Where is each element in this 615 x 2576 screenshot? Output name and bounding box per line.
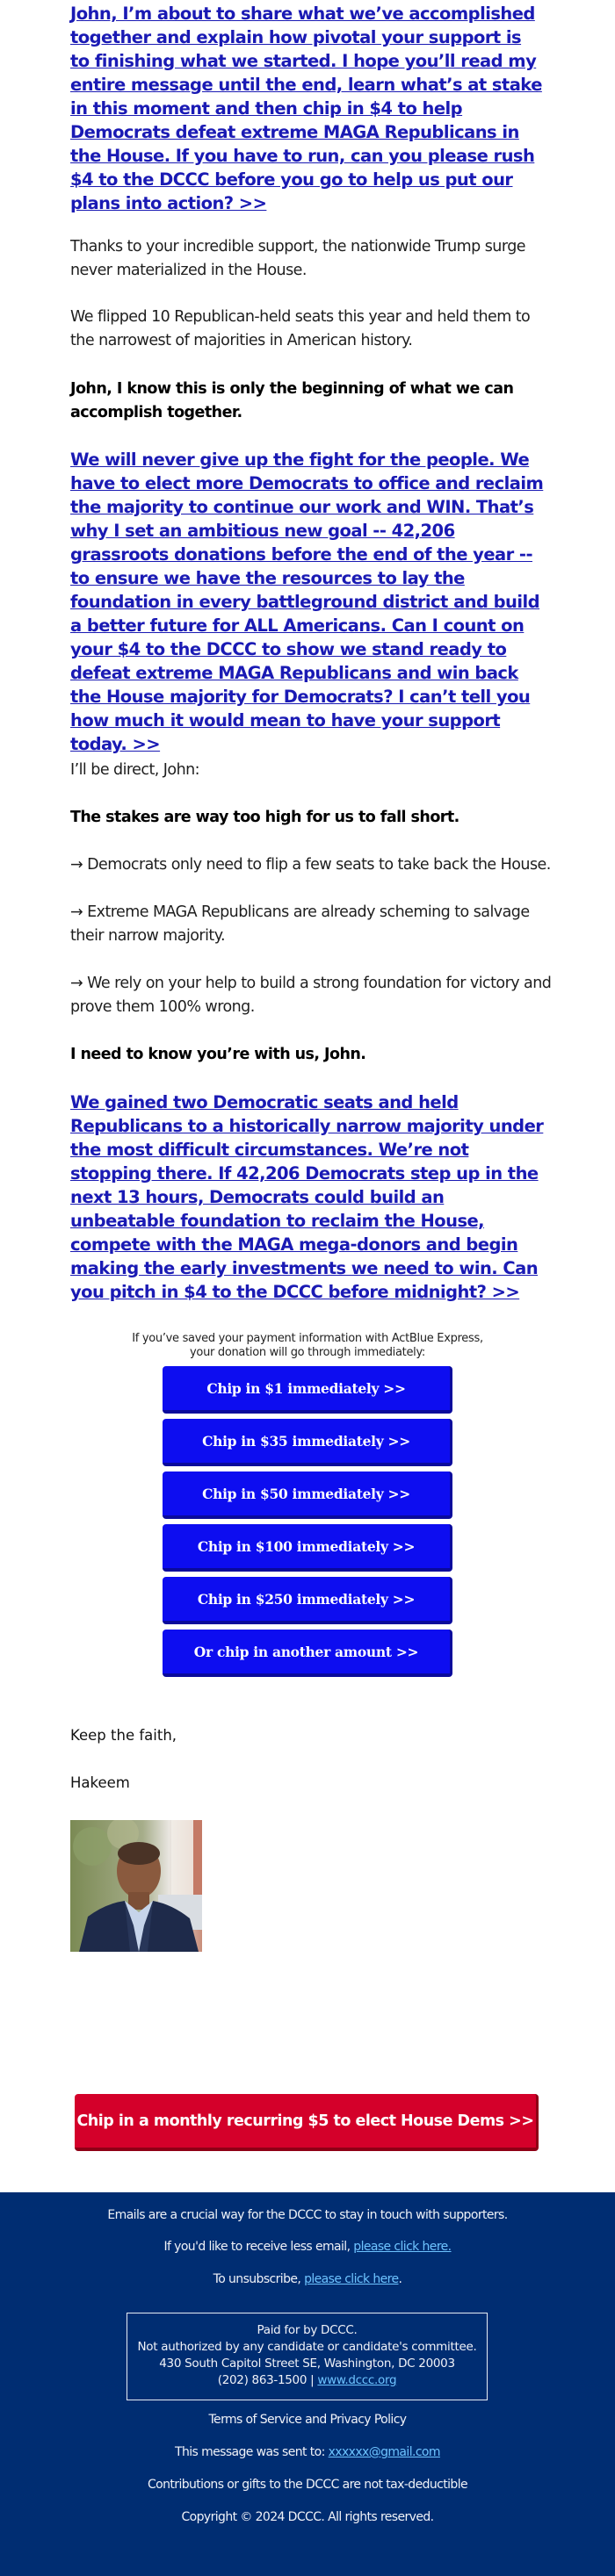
footer-sent-to: This message was sent to: xxxxxx@gmail.c… [0, 2445, 615, 2459]
support-paragraph: Thanks to your incredible support, the n… [70, 238, 526, 279]
footer-less-email: If you'd like to receive less email, ple… [0, 2240, 615, 2254]
intro-donate-link[interactable]: John, I’m about to share what we’ve acco… [70, 2, 545, 215]
donate-other-amount-button[interactable]: Or chip in another amount >> [163, 1630, 452, 1677]
donate-1-button[interactable]: Chip in $1 immediately >> [163, 1366, 452, 1414]
with-us-paragraph: I need to know you’re with us, John. [70, 1046, 366, 1063]
bullet-item: → Democrats only need to flip a few seat… [70, 856, 551, 874]
disclaimer-line: Not authorized by any candidate or candi… [137, 2340, 477, 2354]
disclaimer-address: 430 South Capitol Street SE, Washington,… [159, 2357, 455, 2371]
disclaimer-phone: (202) 863-1500 | [217, 2373, 318, 2387]
tax-deductible-note: Contributions or gifts to the DCCC are n… [147, 2478, 468, 2492]
bullet-item: → We rely on your help to build a strong… [70, 975, 552, 1016]
less-email-link[interactable]: please click here. [353, 2240, 452, 2254]
signature-name: Hakeem [70, 1774, 130, 1791]
actblue-express-prompt: If you’ve saved your payment information… [114, 1332, 501, 1360]
terms-privacy-link[interactable]: Terms of Service and Privacy Policy [0, 2413, 615, 2427]
beginning-paragraph: John, I know this is only the beginning … [70, 380, 514, 421]
goal-donate-link[interactable]: We will never give up the fight for the … [70, 448, 545, 756]
website-link[interactable]: www.dccc.org [317, 2373, 396, 2387]
bullet-item: → Extreme MAGA Republicans are already s… [70, 903, 530, 945]
donate-50-button[interactable]: Chip in $50 immediately >> [163, 1471, 452, 1519]
footer-unsubscribe: To unsubscribe, please click here. [0, 2272, 615, 2286]
copyright-text: Copyright © 2024 DCCC. All rights reserv… [181, 2510, 435, 2524]
donate-250-button[interactable]: Chip in $250 immediately >> [163, 1577, 452, 1624]
closing-text: Keep the faith, [70, 1727, 177, 1744]
midnight-donate-link[interactable]: We gained two Democratic seats and held … [70, 1090, 545, 1304]
monthly-recurring-button[interactable]: Chip in a monthly recurring $5 to elect … [75, 2094, 539, 2151]
disclaimer-contact: (202) 863-1500 | www.dccc.org [127, 2372, 487, 2389]
sent-to-prefix: This message was sent to: [175, 2445, 329, 2459]
donate-35-button[interactable]: Chip in $35 immediately >> [163, 1419, 452, 1466]
prompt-line: your donation will go through immediatel… [190, 1346, 425, 1359]
portrait-photo [70, 1820, 202, 1952]
less-email-prefix: If you'd like to receive less email, [163, 2240, 354, 2254]
direct-paragraph: I’ll be direct, John: [70, 761, 200, 779]
footer: Emails are a crucial way for the DCCC to… [0, 2192, 615, 2576]
recipient-email-link[interactable]: xxxxxx@gmail.com [329, 2445, 441, 2459]
footer-email-note: Emails are a crucial way for the DCCC to… [107, 2208, 508, 2222]
prompt-line: If you’ve saved your payment information… [132, 1332, 483, 1345]
flipped-seats-paragraph: We flipped 10 Republican-held seats this… [70, 308, 531, 349]
unsubscribe-link[interactable]: please click here [304, 2272, 399, 2286]
unsubscribe-suffix: . [398, 2272, 402, 2286]
stakes-paragraph: The stakes are way too high for us to fa… [70, 809, 459, 826]
paid-for-disclaimer: Paid for by DCCC. Not authorized by any … [127, 2313, 488, 2400]
portrait-image [70, 1820, 202, 1952]
disclaimer-line: Paid for by DCCC. [257, 2323, 358, 2337]
unsubscribe-prefix: To unsubscribe, [213, 2272, 305, 2286]
donate-100-button[interactable]: Chip in $100 immediately >> [163, 1524, 452, 1572]
